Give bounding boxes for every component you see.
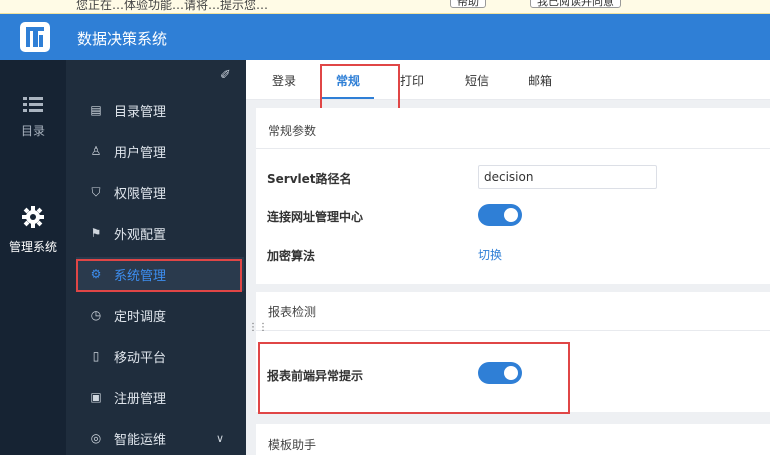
menu-item-users[interactable]: ♙ 用户管理	[76, 134, 244, 168]
list-icon	[23, 97, 43, 112]
gear-icon	[22, 206, 44, 228]
panel-template: 模板助手	[256, 424, 770, 455]
section-title-general: 常规参数	[268, 124, 317, 138]
menu-label: 注册管理	[114, 391, 167, 407]
app-title: 数据决策系统	[77, 30, 168, 48]
menu-label: 外观配置	[114, 227, 167, 243]
user-list-icon: ♙	[90, 144, 102, 158]
phone-icon: ▯	[92, 349, 100, 363]
app-header: 数据决策系统	[0, 14, 770, 60]
menu-label: 定时调度	[114, 309, 167, 325]
rail-item-management[interactable]: 管理系统	[0, 206, 66, 255]
menu-label: 目录管理	[114, 104, 167, 120]
connect-toggle[interactable]	[478, 204, 522, 226]
menu-item-mobile[interactable]: ▯ 移动平台	[76, 339, 244, 373]
sidebar-menu: ✐ ▤ 目录管理 ♙ 用户管理 ⛉ 权限管理 ⚑ 外观配置 ⚙ 系统管理 ◷ 定…	[66, 60, 246, 455]
highlight-box-toggle	[258, 342, 570, 414]
nav-rail: 目录 管理系统	[0, 60, 66, 455]
menu-item-appearance[interactable]: ⚑ 外观配置	[76, 216, 244, 250]
section-title-report: 报表检测	[268, 305, 317, 319]
pin-icon[interactable]: ✐	[220, 68, 231, 83]
resize-handle[interactable]: ⋮⋮	[248, 322, 268, 333]
divider	[256, 148, 770, 149]
highlight-box-system	[76, 259, 242, 292]
rail-label-directory: 目录	[20, 124, 45, 138]
rail-label-management: 管理系统	[8, 240, 57, 254]
paint-icon: ⚑	[90, 226, 102, 240]
menu-item-register[interactable]: ▣ 注册管理	[76, 380, 244, 414]
panel-general: 常规参数 Servlet路径名 decision 连接网址管理中心 加密算法 切…	[256, 108, 770, 284]
menu-item-ops[interactable]: ◎ 智能运维 ∨	[76, 421, 244, 455]
notice-text: 您正在…体验功能…请将…提示您…	[76, 0, 269, 12]
tab-print[interactable]: 打印	[400, 72, 424, 89]
menu-item-schedule[interactable]: ◷ 定时调度	[76, 298, 244, 332]
list-box-icon: ▤	[90, 103, 102, 117]
ops-icon: ◎	[90, 431, 102, 445]
servlet-label: Servlet路径名	[267, 172, 352, 186]
connect-label: 连接网址管理中心	[267, 210, 364, 224]
chevron-down-icon[interactable]: ∨	[216, 432, 224, 445]
tab-sms[interactable]: 短信	[465, 72, 489, 89]
servlet-input[interactable]: decision	[478, 165, 657, 189]
menu-label: 移动平台	[114, 350, 167, 366]
notice-help-button[interactable]: 帮助	[450, 0, 486, 8]
menu-label: 权限管理	[114, 186, 167, 202]
section-title-template: 模板助手	[268, 438, 317, 452]
notice-bar: 您正在…体验功能…请将…提示您… 帮助 我已阅读并同意	[0, 0, 770, 14]
fr-logo-icon[interactable]	[20, 22, 50, 52]
rail-item-directory[interactable]: 目录	[0, 96, 66, 139]
shield-icon: ⛉	[91, 184, 101, 199]
menu-label: 智能运维	[114, 432, 167, 448]
menu-item-permissions[interactable]: ⛉ 权限管理	[76, 175, 244, 209]
encrypt-label: 加密算法	[267, 249, 316, 263]
tab-email[interactable]: 邮箱	[528, 72, 552, 89]
menu-label: 用户管理	[114, 145, 167, 161]
timer-icon: ◷	[90, 308, 102, 322]
notice-agree-button[interactable]: 我已阅读并同意	[530, 0, 621, 8]
tab-login[interactable]: 登录	[272, 72, 296, 89]
register-icon: ▣	[90, 390, 102, 404]
divider	[256, 330, 770, 331]
menu-item-directory[interactable]: ▤ 目录管理	[76, 93, 244, 127]
encrypt-switch-link[interactable]: 切换	[478, 246, 502, 263]
